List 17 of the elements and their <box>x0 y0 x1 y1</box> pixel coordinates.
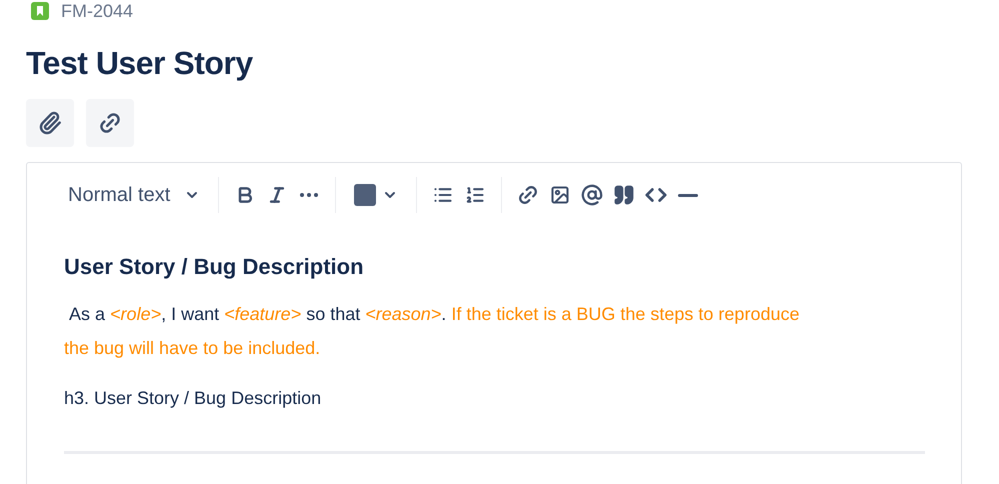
link-button[interactable] <box>86 99 134 147</box>
attach-button[interactable] <box>26 99 74 147</box>
numbered-list-icon <box>465 185 486 205</box>
issue-title: Test User Story <box>26 44 254 83</box>
color-swatch <box>354 184 376 206</box>
content-heading: User Story / Bug Description <box>64 253 365 281</box>
more-icon <box>300 193 318 197</box>
bullet-list-icon <box>433 185 454 205</box>
quote-icon <box>613 184 636 206</box>
markup-line: h3. User Story / Bug Description <box>64 387 322 410</box>
minus-icon <box>678 194 698 196</box>
paperclip-icon <box>38 111 62 135</box>
image-icon <box>550 185 570 205</box>
issue-key[interactable]: FM-2044 <box>61 0 134 24</box>
at-sign-icon <box>581 184 604 206</box>
description-paragraph: As a <role>, I want <feature> so that <reason>. If the ticket is a BUG the steps to reproduce the bug will have to be included. <box>64 303 800 360</box>
text-style-dropdown[interactable]: Normal text <box>64 179 208 211</box>
